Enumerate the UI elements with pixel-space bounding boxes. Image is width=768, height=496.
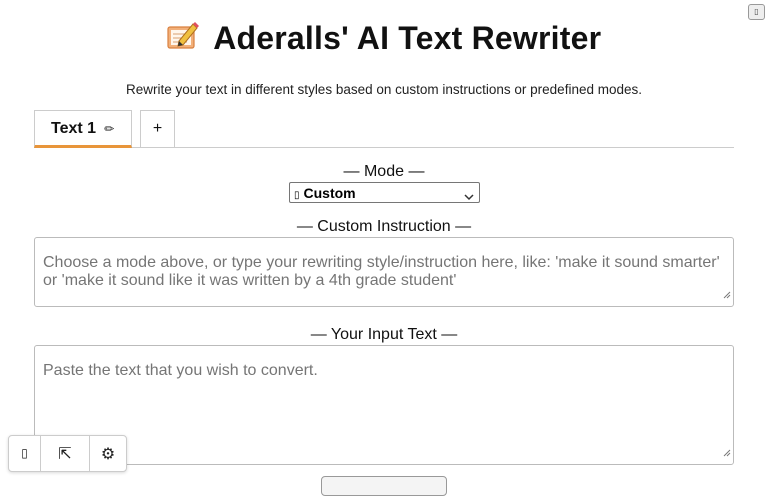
memo-pencil-icon — [167, 21, 199, 56]
input-text-textarea[interactable]: Paste the text that you wish to convert. — [34, 345, 734, 465]
placeholder-glyph-icon: ▯ — [21, 446, 28, 460]
tab-bar: Text 1 ✏ + — [34, 110, 734, 148]
tab-text-1[interactable]: Text 1 ✏ — [34, 110, 132, 148]
add-tab-button[interactable]: + — [140, 110, 175, 147]
page-header: Aderalls' AI Text Rewriter — [0, 20, 768, 57]
mode-selected-value: Custom — [303, 185, 356, 201]
resize-handle-icon[interactable] — [723, 286, 731, 304]
mode-option-icon: ▯ — [294, 190, 300, 201]
gear-icon: ⚙ — [100, 444, 116, 463]
custom-instruction-placeholder: Choose a mode above, or type your rewrit… — [43, 254, 720, 289]
toolbar-first-button[interactable]: ▯ — [9, 436, 40, 471]
mode-select[interactable]: ▯ Custom — [289, 182, 480, 203]
input-text-placeholder: Paste the text that you wish to convert. — [43, 362, 318, 379]
mode-label: — Mode — — [343, 163, 425, 180]
input-text-label: — Your Input Text — — [310, 326, 458, 343]
chevron-down-icon — [464, 188, 474, 204]
page-subtitle: Rewrite your text in different styles ba… — [125, 82, 642, 97]
toolbar-settings-button[interactable]: ⚙ — [89, 436, 126, 471]
edit-pencil-icon[interactable]: ✏ — [104, 122, 114, 136]
corner-expand-button[interactable]: ▯ — [748, 4, 765, 20]
tab-label: Text 1 — [51, 120, 97, 137]
submit-button[interactable] — [321, 476, 447, 496]
floating-toolbar: ▯ ⇱ ⚙ — [8, 435, 127, 472]
toolbar-collapse-button[interactable]: ⇱ — [40, 436, 89, 471]
custom-instruction-label: — Custom Instruction — — [296, 218, 472, 235]
expand-icon: ▯ — [754, 7, 759, 16]
page-title: Aderalls' AI Text Rewriter — [213, 20, 602, 56]
arrow-to-corner-icon: ⇱ — [58, 444, 72, 463]
custom-instruction-textarea[interactable]: Choose a mode above, or type your rewrit… — [34, 237, 734, 307]
resize-handle-icon[interactable] — [723, 444, 731, 462]
